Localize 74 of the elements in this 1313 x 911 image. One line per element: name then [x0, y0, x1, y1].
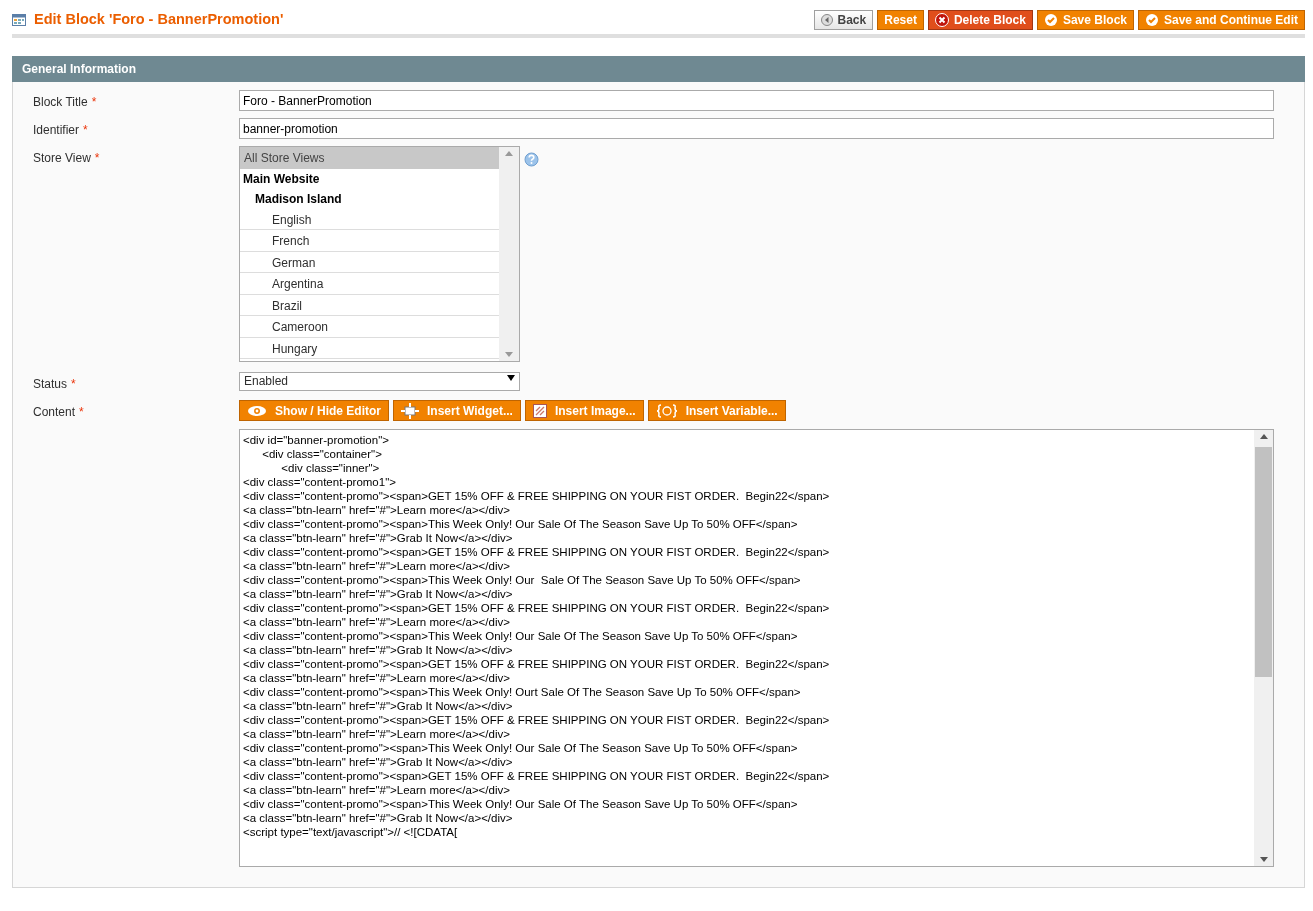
- delete-button[interactable]: Delete Block: [927, 10, 1033, 30]
- code-line: <div class="content-promo"><span>This Week Only! Our Sale Of The Season Save Up To 50% OFF</span>: [243, 741, 799, 755]
- store-option[interactable]: Argentina: [240, 273, 499, 295]
- scroll-down-icon: [505, 352, 513, 357]
- page-title: Edit Block 'Foro - BannerPromotion': [34, 11, 284, 29]
- required-mark: *: [79, 405, 84, 419]
- select-value: Enabled: [244, 375, 289, 388]
- required-mark: *: [91, 95, 97, 109]
- scroll-up-icon: [1259, 434, 1268, 439]
- eye-icon: [247, 404, 267, 417]
- code-line: <div class="container">: [261, 447, 383, 461]
- scrollbar-thumb[interactable]: [1255, 447, 1272, 677]
- required-mark: *: [71, 377, 76, 391]
- option-group-label: Main Website: [242, 170, 321, 188]
- code-line: <div class="content-promo"><span>This Week Only! Our Sale Of The Season Save Up To 50% OFF</span>: [243, 629, 799, 643]
- code-line: <div class="content-promo"><span>GET 15% OFF & FREE SHIPPING ON YOUR FIST ORDER. Begin22</span>: [243, 489, 831, 503]
- store-option[interactable]: Hungary: [240, 337, 499, 359]
- code-line: <div class="content-promo"><span>This Week Only! Our Sale Of The Season Save Up To 50% OFF</span>: [243, 573, 802, 587]
- store-option[interactable]: All Store Views: [240, 147, 499, 169]
- code-line: <a class="btn-learn" href="#">Learn more</a></div>: [243, 615, 511, 629]
- image-icon: [532, 403, 547, 418]
- code-line: <div class="content-promo"><span>GET 15% OFF & FREE SHIPPING ON YOUR FIST ORDER. Begin22</span>: [243, 601, 831, 615]
- field-label: Status: [33, 377, 68, 391]
- close-circle-icon: [934, 12, 949, 27]
- code-line: <a class="btn-learn" href="#">Learn more</a></div>: [243, 559, 511, 573]
- code-line: <div class="content-promo"><span>GET 15% OFF & FREE SHIPPING ON YOUR FIST ORDER. Begin22</span>: [243, 657, 831, 671]
- code-line: <a class="btn-learn" href="#">Learn more</a></div>: [243, 503, 511, 517]
- code-line: <a class="btn-learn" href="#">Learn more</a></div>: [243, 671, 511, 685]
- store-option[interactable]: French: [240, 230, 499, 252]
- option-group-label: Madison Island: [254, 190, 343, 208]
- code-line: <div class="content-promo"><span>GET 15% OFF & FREE SHIPPING ON YOUR FIST ORDER. Begin22</span>: [243, 769, 831, 783]
- field-label: Identifier: [33, 123, 80, 137]
- status-select[interactable]: Enabled: [239, 372, 520, 391]
- code-line: <div class="content-promo"><span>This Week Only! Ourt Sale Of The Season Save Up To 50% OFF</span>: [243, 685, 802, 699]
- store-view-multiselect[interactable]: All Store Views Main Website Madison Island English French German Argentina Brazil Cameroon Hungary: [239, 146, 520, 362]
- required-mark: *: [94, 151, 100, 165]
- code-line: <div class="content-promo1">: [243, 475, 397, 489]
- braces-icon: [655, 403, 678, 418]
- code-line: <a class="btn-learn" href="#">Grab It Now</a></div>: [243, 643, 514, 657]
- code-line: <div id="banner-promotion">: [243, 433, 390, 447]
- help-icon: [524, 152, 539, 168]
- field-label: Block Title: [33, 95, 88, 109]
- code-line: <div class="content-promo"><span>GET 15% OFF & FREE SHIPPING ON YOUR FIST ORDER. Begin22</span>: [243, 713, 831, 727]
- widget-icon: [401, 402, 419, 419]
- scroll-up-icon: [505, 151, 513, 156]
- content-editor[interactable]: [239, 429, 1274, 867]
- code-line: <div class="content-promo"><span>This Week Only! Our Sale Of The Season Save Up To 50% OFF</span>: [243, 517, 799, 531]
- required-mark: *: [83, 123, 88, 137]
- dropdown-caret-icon: [507, 375, 515, 381]
- code-line: <a class="btn-learn" href="#">Grab It Now</a></div>: [243, 699, 514, 713]
- field-label: Content: [33, 405, 76, 419]
- title-input[interactable]: Foro - BannerPromotion: [239, 90, 1274, 111]
- code-line: <a class="btn-learn" href="#">Grab It Now</a></div>: [243, 755, 514, 769]
- code-line: <a class="btn-learn" href="#">Learn more</a></div>: [243, 783, 511, 797]
- code-line: <div class="content-promo"><span>GET 15% OFF & FREE SHIPPING ON YOUR FIST ORDER. Begin22</span>: [243, 545, 831, 559]
- back-button[interactable]: Back: [813, 10, 874, 30]
- section-header: General Information: [12, 56, 1305, 82]
- store-option[interactable]: Cameroon: [240, 316, 499, 338]
- code-line: <a class="btn-learn" href="#">Learn more</a></div>: [243, 727, 511, 741]
- grid-icon: [12, 14, 26, 26]
- store-option[interactable]: German: [240, 251, 499, 273]
- code-line: <a class="btn-learn" href="#">Grab It Now</a></div>: [243, 811, 514, 825]
- code-line: <div class="inner">: [280, 461, 381, 475]
- field-label: Store View: [33, 151, 91, 165]
- store-option[interactable]: Brazil: [240, 294, 499, 316]
- store-option[interactable]: English: [240, 208, 499, 230]
- check-circle-icon: [1145, 12, 1159, 27]
- code-line: <a class="btn-learn" href="#">Grab It Now</a></div>: [243, 531, 514, 545]
- scroll-down-icon: [1259, 857, 1268, 862]
- identifier-input[interactable]: banner-promotion: [239, 118, 1274, 139]
- code-line: <div class="content-promo"><span>This Week Only! Our Sale Of The Season Save Up To 50% OFF</span>: [243, 797, 799, 811]
- code-line: <script type="text/javascript">// <![CDATA[: [243, 825, 459, 839]
- check-circle-icon: [1043, 12, 1058, 27]
- code-line: <a class="btn-learn" href="#">Grab It Now</a></div>: [243, 587, 514, 601]
